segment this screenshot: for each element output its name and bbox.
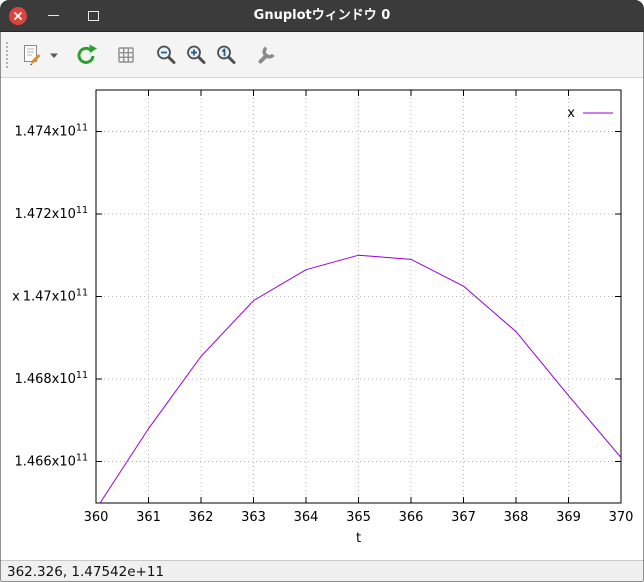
y-tick-label: 1.466x1011 <box>14 453 88 470</box>
zoom-in-icon <box>187 45 206 64</box>
titlebar: Gnuplotウィンドウ 0 <box>0 0 644 32</box>
y-tick-label: 1.468x1011 <box>14 370 88 387</box>
zoom-out-button[interactable] <box>151 39 181 71</box>
refresh-icon <box>77 44 97 64</box>
grid-icon <box>118 46 134 63</box>
toolbar-drag-handle[interactable] <box>6 41 10 68</box>
zoom-out-icon <box>157 45 176 64</box>
y-tick-label: 1.472x1011 <box>14 205 88 222</box>
replot-button[interactable] <box>71 39 101 71</box>
y-axis-label: x <box>12 290 20 305</box>
x-tick-label: 370 <box>609 510 634 525</box>
toggle-grid-button[interactable] <box>111 39 141 71</box>
toolbar <box>0 32 644 78</box>
zoom-in-button[interactable] <box>181 39 211 71</box>
x-tick-label: 360 <box>84 510 109 525</box>
y-tick-label: 1.47x1011 <box>23 288 88 305</box>
y-tick-label: 1.474x1011 <box>14 122 88 139</box>
x-axis-label: t <box>356 531 361 546</box>
plot-border <box>95 89 622 504</box>
window-title: Gnuplotウィンドウ 0 <box>253 8 391 23</box>
x-tick-label: 368 <box>504 510 529 525</box>
dropdown-arrow-icon <box>50 53 58 58</box>
x-tick-label: 363 <box>241 510 266 525</box>
chart[interactable]: 360 361 362 363 364 365 366 367 368 369 370 1.466x1… <box>0 78 644 560</box>
wrench-icon <box>258 45 275 63</box>
gnuplot-window: Gnuplotウィンドウ 0 360 361 362 363 364 365 3… <box>0 0 644 582</box>
export-menu-button[interactable] <box>47 39 61 71</box>
export-icon <box>24 44 40 65</box>
x-tick-label: 367 <box>451 510 476 525</box>
restore-zoom-button[interactable] <box>211 39 241 71</box>
export-button[interactable] <box>17 39 47 71</box>
x-tick-label: 362 <box>189 510 214 525</box>
cursor-coordinates: 362.326, 1.47542e+11 <box>7 563 165 580</box>
x-tick-label: 364 <box>294 510 319 525</box>
x-tick-label: 369 <box>556 510 581 525</box>
status-bar: 362.326, 1.47542e+11 <box>0 560 644 582</box>
x-tick-label: 366 <box>399 510 424 525</box>
plot-area: 360 361 362 363 364 365 366 367 368 369 370 1.466x1… <box>0 78 644 560</box>
zoom-original-icon <box>217 45 236 64</box>
x-tick-label: 365 <box>346 510 371 525</box>
legend-label: x <box>567 106 575 121</box>
x-tick-label: 361 <box>136 510 161 525</box>
settings-button[interactable] <box>251 39 281 71</box>
